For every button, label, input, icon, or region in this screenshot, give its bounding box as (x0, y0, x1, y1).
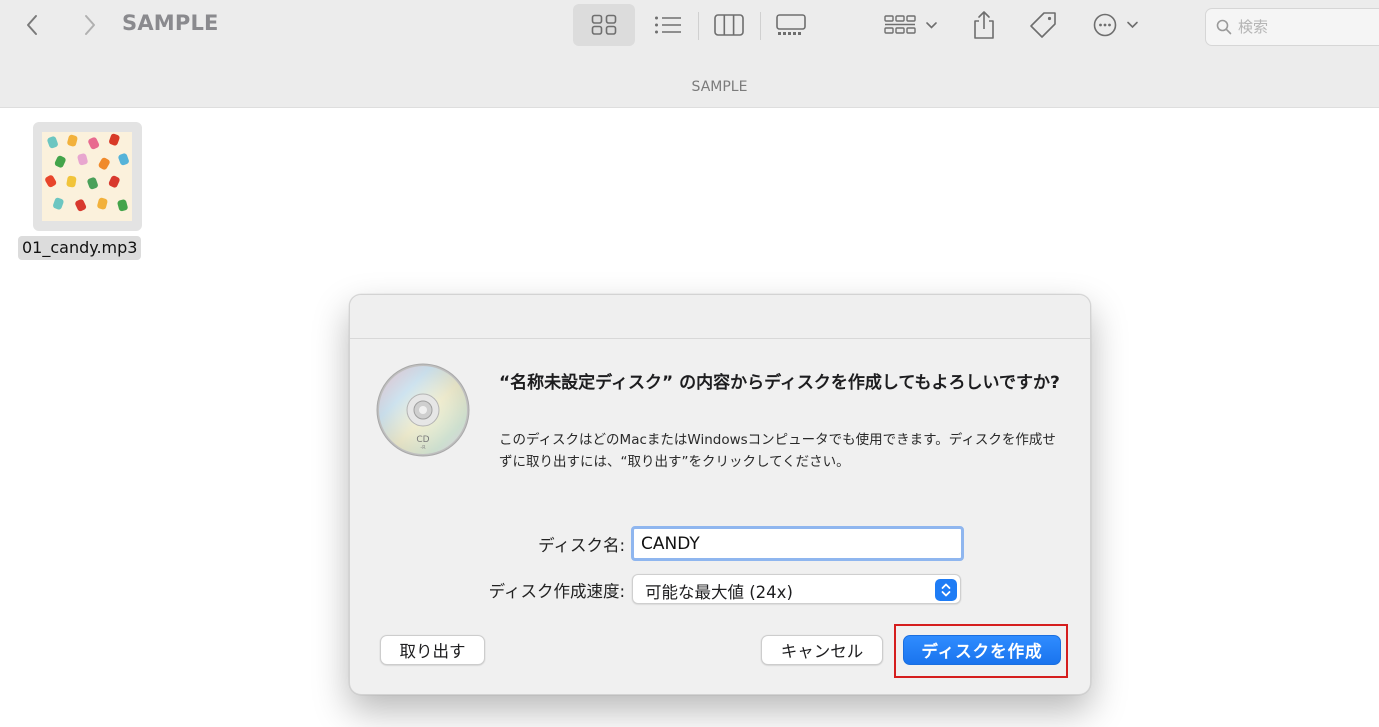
gallery-view-button[interactable] (770, 8, 812, 42)
share-button[interactable] (964, 6, 1004, 44)
path-title: SAMPLE (691, 78, 748, 95)
ellipsis-circle-icon (1093, 13, 1138, 37)
dialog-message: このディスクはどのMacまたはWindowsコンピュータでも使用できます。ディス… (499, 432, 1056, 470)
group-icon (884, 15, 937, 34)
column-view-icon (714, 14, 744, 36)
burn-speed-label: ディスク作成速度: (488, 582, 625, 601)
list-view-button[interactable] (648, 8, 688, 42)
dialog-titlebar (350, 295, 1090, 339)
cd-r-disc-icon: CD -R (376, 363, 470, 457)
toolbar-divider (698, 12, 699, 40)
cancel-button[interactable]: キャンセル (761, 635, 883, 665)
disc-name-label: ディスク名: (538, 536, 625, 555)
toolbar-divider (760, 12, 761, 40)
disc-label: CD (416, 435, 429, 445)
chevron-left-icon (27, 15, 37, 35)
file-item[interactable]: 01_candy.mp3 (16, 122, 158, 262)
dialog-heading: “名称未設定ディスク” の内容からディスクを作成してもよろしいですか? (499, 373, 1060, 393)
burn-speed-select[interactable]: 可能な最大値 (24x) (632, 574, 961, 604)
list-view-icon (655, 16, 681, 34)
chevron-right-icon (85, 15, 95, 35)
column-view-button[interactable] (708, 8, 750, 42)
icon-view-button[interactable] (573, 4, 635, 46)
back-button[interactable] (16, 10, 48, 40)
disc-sublabel: -R (420, 445, 426, 451)
search-field[interactable] (1205, 8, 1379, 46)
disc-name-field[interactable] (631, 526, 964, 561)
search-input[interactable] (1238, 18, 1378, 36)
tag-icon (1030, 12, 1056, 38)
group-button[interactable] (880, 8, 942, 42)
tag-button[interactable] (1022, 6, 1064, 44)
search-icon (1216, 19, 1232, 35)
album-art-thumbnail (42, 132, 132, 221)
finder-toolbar: SAMPLE (0, 0, 1379, 52)
chevron-up-down-icon (935, 579, 957, 601)
path-bar: SAMPLE (0, 52, 1379, 108)
action-button[interactable] (1088, 8, 1148, 42)
share-icon (974, 11, 994, 39)
annotation-highlight-box (894, 624, 1068, 678)
burn-speed-value: 可能な最大値 (24x) (645, 583, 793, 602)
icon-view-icon (591, 14, 617, 35)
eject-button[interactable]: 取り出す (380, 635, 485, 665)
window-title: SAMPLE (122, 11, 219, 35)
gallery-view-icon (776, 14, 806, 35)
forward-button[interactable] (74, 10, 106, 40)
file-name: 01_candy.mp3 (18, 236, 142, 260)
